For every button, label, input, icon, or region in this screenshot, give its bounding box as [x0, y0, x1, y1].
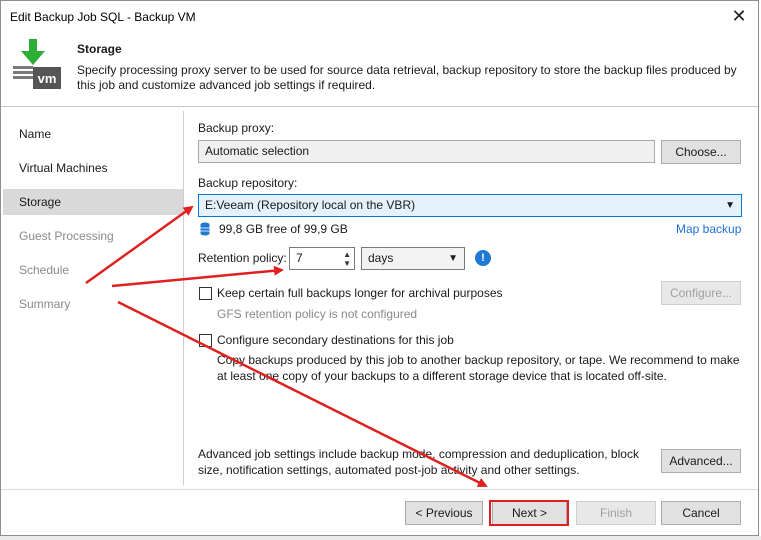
page-header: vm Storage Specify processing proxy serv…: [1, 31, 758, 103]
secondary-label: Configure secondary destinations for thi…: [217, 333, 454, 347]
finish-button: Finish: [576, 501, 656, 525]
background-strip: [0, 536, 761, 540]
wizard-nav: Name Virtual Machines Storage Guest Proc…: [1, 107, 183, 487]
retention-value: 7: [296, 251, 303, 265]
backup-repository-select[interactable]: E:Veeam (Repository local on the VBR) ▼: [198, 194, 742, 217]
backup-repository-value: E:Veeam (Repository local on the VBR): [205, 198, 416, 212]
configure-archival-button: Configure...: [661, 281, 741, 305]
svg-text:vm: vm: [38, 71, 57, 86]
nav-item-virtual-machines[interactable]: Virtual Machines: [3, 155, 183, 181]
nav-item-summary: Summary: [19, 297, 71, 311]
spin-up-icon[interactable]: ▲: [343, 250, 351, 259]
page-description: Specify processing proxy server to be us…: [77, 63, 737, 92]
dialog-window: Edit Backup Job SQL - Backup VM ✕ vm Sto…: [0, 0, 759, 536]
repository-free-space: 99,8 GB free of 99,9 GB: [219, 222, 348, 236]
nav-item-guest-processing: Guest Processing: [19, 229, 114, 243]
archival-checkbox[interactable]: [199, 287, 212, 300]
chevron-down-icon: ▼: [448, 253, 458, 264]
retention-unit-select[interactable]: days ▼: [361, 247, 465, 270]
archival-label: Keep certain full backups longer for arc…: [217, 286, 503, 300]
database-icon: [200, 222, 210, 236]
nav-item-name[interactable]: Name: [3, 121, 183, 147]
backup-proxy-label: Backup proxy:: [198, 121, 275, 135]
advanced-description: Advanced job settings include backup mod…: [198, 447, 639, 477]
secondary-description: Copy backups produced by this job to ano…: [217, 353, 740, 383]
page-title: Storage: [77, 42, 122, 56]
retention-unit-value: days: [368, 251, 394, 265]
choose-proxy-button[interactable]: Choose...: [661, 140, 741, 164]
previous-button[interactable]: < Previous: [405, 501, 483, 525]
next-button-highlight: [489, 500, 569, 526]
info-icon[interactable]: !: [475, 250, 491, 266]
window-title: Edit Backup Job SQL - Backup VM: [10, 10, 196, 24]
secondary-checkbox[interactable]: [199, 334, 212, 347]
title-bar: Edit Backup Job SQL - Backup VM ✕: [1, 1, 758, 31]
retention-stepper[interactable]: 7 ▲ ▼: [289, 247, 355, 270]
storage-vm-icon: vm: [9, 39, 63, 93]
map-backup-link[interactable]: Map backup: [676, 222, 741, 236]
nav-item-storage[interactable]: Storage: [3, 189, 183, 215]
footer-divider: [1, 489, 758, 490]
retention-policy-label: Retention policy:: [198, 251, 287, 265]
gfs-status-text: GFS retention policy is not configured: [217, 307, 418, 321]
cancel-button[interactable]: Cancel: [661, 501, 741, 525]
advanced-button[interactable]: Advanced...: [661, 449, 741, 473]
backup-proxy-field: Automatic selection: [198, 140, 655, 163]
spin-down-icon[interactable]: ▼: [343, 259, 351, 268]
backup-repository-label: Backup repository:: [198, 176, 298, 190]
chevron-down-icon: ▼: [725, 200, 735, 211]
nav-item-schedule: Schedule: [19, 263, 70, 277]
close-icon[interactable]: ✕: [728, 5, 750, 27]
